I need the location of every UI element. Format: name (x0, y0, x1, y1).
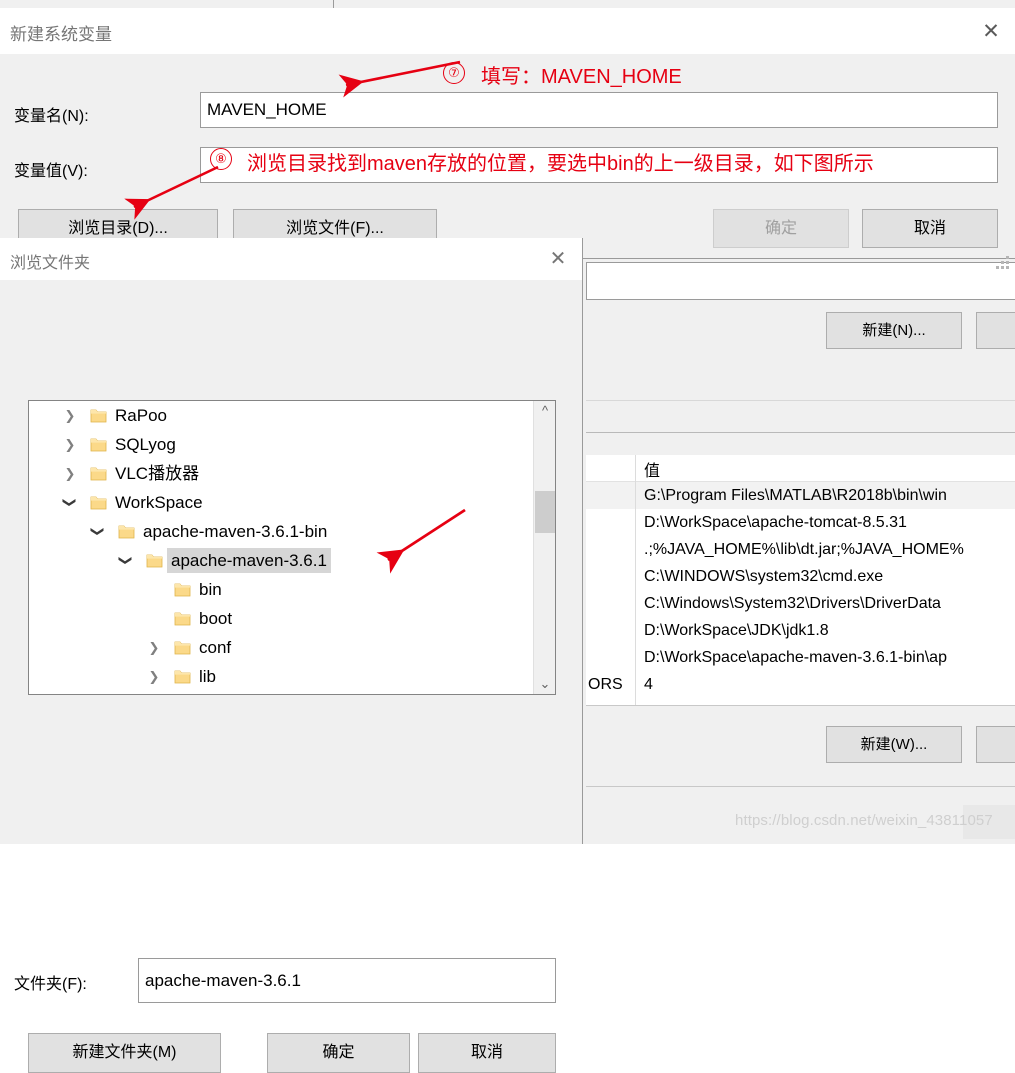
chevron-right-icon[interactable]: ❯ (145, 633, 163, 662)
annotation-text-8: 浏览目录找到maven存放的位置，要选中bin的上一级目录，如下图所示 (247, 153, 874, 175)
system-edit-button[interactable]: 编 (976, 726, 1015, 763)
resize-grip-icon[interactable] (996, 256, 1012, 270)
dialog-title: 新建系统变量 (10, 25, 112, 44)
folder-icon (173, 633, 191, 662)
tree-item[interactable]: bin (29, 575, 534, 604)
divider-3 (586, 705, 1015, 706)
cancel-button[interactable]: 取消 (862, 209, 998, 248)
tree-item-label: VLC播放器 (115, 464, 200, 483)
folder-dialog-titlebar: 浏览文件夹 ✕ (0, 238, 582, 280)
tree-item[interactable]: ❯ lib (29, 662, 534, 691)
folder-tree-scrollbar[interactable]: ^ ⌄ (533, 401, 555, 694)
table-cell-value: 4 (644, 676, 653, 693)
tree-item[interactable]: ❯ RaPoo (29, 401, 534, 430)
annotation-text-7: 填写：MAVEN_HOME (481, 66, 682, 88)
close-icon[interactable]: ✕ (543, 247, 573, 271)
tree-item-label: boot (199, 609, 233, 628)
browse-folder-dialog: 浏览文件夹 ✕ ❯ RaPoo ❯ SQLyog ❯ VLC播放器 ❯ WorkSpace ❯ a… (0, 238, 583, 1073)
folder-icon (89, 430, 107, 459)
user-new-button[interactable]: 新建(N)... (826, 312, 962, 349)
chevron-right-icon[interactable]: ❯ (61, 459, 79, 488)
table-cell-value: D:\WorkSpace\JDK\jdk1.8 (644, 622, 829, 639)
table-row[interactable]: ORS 4 (586, 671, 1015, 698)
scroll-up-icon[interactable]: ^ (534, 401, 555, 421)
table-column-divider (635, 455, 636, 705)
divider-4 (586, 786, 1015, 787)
tree-item-label: SQLyog (115, 435, 176, 454)
tree-item-label: apache-maven-3.6.1 (167, 548, 331, 573)
user-variables-button-row: 新建(N)... 编 (586, 300, 1015, 356)
chevron-down-icon[interactable]: ❯ (84, 523, 113, 541)
folder-icon (89, 401, 107, 430)
user-variables-list[interactable] (586, 262, 1015, 300)
close-icon[interactable]: ✕ (975, 19, 1007, 45)
scrollbar-thumb[interactable] (535, 491, 555, 533)
folder-name-label: 文件夹(F): (14, 976, 87, 993)
annotation-arrow-tree (376, 508, 466, 574)
tree-item[interactable]: ❯ SQLyog (29, 430, 534, 459)
table-row[interactable]: .;%JAVA_HOME%\lib\dt.jar;%JAVA_HOME% (586, 536, 1015, 563)
divider-1 (586, 400, 1015, 401)
table-row[interactable]: C:\Windows\System32\Drivers\DriverData (586, 590, 1015, 617)
tree-item-label: apache-maven-3.6.1-bin (143, 522, 328, 541)
chevron-down-icon[interactable]: ❯ (112, 552, 141, 570)
table-cell-value: D:\WorkSpace\apache-maven-3.6.1-bin\ap (644, 649, 947, 666)
chevron-right-icon[interactable]: ❯ (145, 662, 163, 691)
scroll-down-icon[interactable]: ⌄ (534, 674, 555, 694)
table-row[interactable]: D:\WorkSpace\apache-maven-3.6.1-bin\ap (586, 644, 1015, 671)
table-header: 值 (586, 455, 1015, 482)
chevron-right-icon[interactable]: ❯ (61, 401, 79, 430)
tree-item-label: conf (199, 638, 232, 657)
folder-cancel-button[interactable]: 取消 (418, 1033, 556, 1073)
watermark-text: https://blog.csdn.net/weixin_43811057 (735, 812, 993, 829)
system-new-button[interactable]: 新建(W)... (826, 726, 962, 763)
chevron-right-icon[interactable]: ❯ (61, 430, 79, 459)
tree-item-label: RaPoo (115, 406, 167, 425)
table-row[interactable]: D:\WorkSpace\apache-tomcat-8.5.31 (586, 509, 1015, 536)
table-cell-name: ORS (588, 676, 623, 693)
tree-item[interactable]: boot (29, 604, 534, 633)
system-variables-table[interactable]: 值 G:\Program Files\MATLAB\R2018b\bin\win… (586, 455, 1015, 705)
variable-name-input[interactable]: MAVEN_HOME (200, 92, 998, 128)
table-cell-value: C:\Windows\System32\Drivers\DriverData (644, 595, 941, 612)
dialog-titlebar: 新建系统变量 ✕ (0, 8, 1015, 54)
folder-icon (89, 459, 107, 488)
variable-name-label: 变量名(N): (14, 108, 89, 125)
column-header-value[interactable]: 值 (644, 457, 660, 481)
table-row[interactable]: D:\WorkSpace\JDK\jdk1.8 (586, 617, 1015, 644)
folder-tree[interactable]: ❯ RaPoo ❯ SQLyog ❯ VLC播放器 ❯ WorkSpace ❯ apache-ma… (28, 400, 556, 695)
ok-button[interactable]: 确定 (713, 209, 849, 248)
annotation-number-8: ⑧ (210, 148, 232, 170)
table-cell-value: .;%JAVA_HOME%\lib\dt.jar;%JAVA_HOME% (644, 541, 964, 558)
table-cell-value: G:\Program Files\MATLAB\R2018b\bin\win (644, 487, 947, 504)
folder-icon (89, 488, 107, 517)
chevron-down-icon[interactable]: ❯ (56, 494, 85, 512)
folder-icon (173, 604, 191, 633)
tree-item[interactable]: ❯ conf (29, 633, 534, 662)
table-row[interactable]: G:\Program Files\MATLAB\R2018b\bin\win (586, 482, 1015, 509)
tree-item-label: bin (199, 580, 222, 599)
new-system-variable-dialog: 新建系统变量 ✕ 变量名(N): MAVEN_HOME 变量值(V): 浏览目录… (0, 8, 1015, 269)
folder-icon (173, 575, 191, 604)
new-folder-button[interactable]: 新建文件夹(M) (28, 1033, 221, 1073)
folder-icon (173, 662, 191, 691)
table-body: G:\Program Files\MATLAB\R2018b\bin\win D:… (586, 482, 1015, 698)
table-row[interactable]: C:\WINDOWS\system32\cmd.exe (586, 563, 1015, 590)
tree-item-label: WorkSpace (115, 493, 203, 512)
annotation-arrow-8 (124, 165, 219, 220)
annotation-number-7: ⑦ (443, 62, 465, 84)
variable-value-label: 变量值(V): (14, 163, 88, 180)
table-cell-value: D:\WorkSpace\apache-tomcat-8.5.31 (644, 514, 907, 531)
folder-icon (145, 546, 163, 575)
divider-2 (586, 432, 1015, 433)
folder-icon (117, 517, 135, 546)
tree-item[interactable]: ❯ VLC播放器 (29, 459, 534, 488)
folder-name-input[interactable]: apache-maven-3.6.1 (138, 958, 556, 1003)
tree-item-label: lib (199, 667, 217, 686)
table-cell-value: C:\WINDOWS\system32\cmd.exe (644, 568, 884, 585)
system-variables-button-row: 新建(W)... 编 (586, 716, 1015, 772)
user-edit-button[interactable]: 编 (976, 312, 1015, 349)
folder-dialog-title: 浏览文件夹 (10, 255, 91, 272)
folder-ok-button[interactable]: 确定 (267, 1033, 410, 1073)
